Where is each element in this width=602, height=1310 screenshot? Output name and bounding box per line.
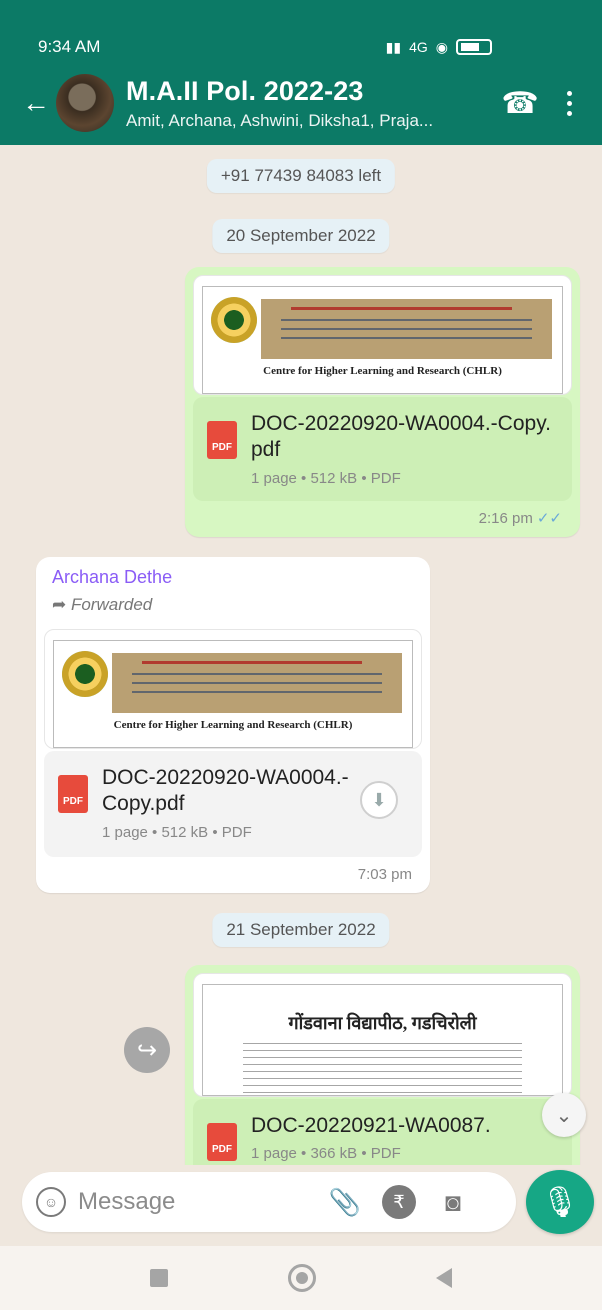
date-separator: 20 September 2022: [212, 219, 390, 253]
system-nav-bar: [0, 1246, 602, 1310]
file-meta: 1 page • 512 kB • PDF: [102, 823, 252, 841]
system-message: +91 77439 84083 left: [206, 159, 396, 193]
chat-members: Amit, Archana, Ashwini, Diksha1, Praja..…: [126, 110, 434, 130]
status-bar: 9:34 AM ▮▮ 4G ◉: [38, 36, 492, 58]
document-preview[interactable]: गोंडवाना विद्यापीठ, गडचिरोली: [193, 973, 572, 1097]
header: 9:34 AM ▮▮ 4G ◉ ← M.A.II Pol. 2022-23 Am…: [0, 0, 602, 145]
file-info-bar[interactable]: PDF DOC-20220921-WA0087. 1 page • 366 kB…: [193, 1099, 572, 1165]
download-icon[interactable]: ⬇: [360, 781, 398, 819]
add-call-icon[interactable]: ☎: [496, 86, 544, 121]
file-meta: 1 page • 366 kB • PDF: [251, 1145, 401, 1163]
home-icon[interactable]: [288, 1264, 316, 1292]
document-preview[interactable]: Centre for Higher Learning and Research …: [44, 629, 422, 749]
attach-icon[interactable]: 📎: [328, 1185, 362, 1219]
pdf-icon: PDF: [207, 1123, 237, 1161]
file-name: DOC-20220920-WA0004.-Copy.pdf: [102, 766, 349, 816]
wifi-icon: ◉: [435, 38, 448, 55]
signal-icon: ▮▮: [385, 38, 402, 55]
message-input[interactable]: [78, 1188, 308, 1216]
microphone-icon[interactable]: 🎙: [526, 1170, 594, 1234]
back-icon[interactable]: [436, 1268, 452, 1288]
payment-icon[interactable]: ₹: [382, 1185, 416, 1219]
group-avatar[interactable]: [56, 74, 114, 132]
document-preview[interactable]: Centre for Higher Learning and Research …: [193, 275, 572, 395]
chat-area[interactable]: +91 77439 84083 left 20 September 2022 C…: [0, 145, 602, 1165]
message-compose-bar[interactable]: ☺ 📎 ₹ ◙: [22, 1172, 516, 1232]
forwarded-label: ➦ Forwarded: [52, 595, 153, 614]
top-bar: ← M.A.II Pol. 2022-23 Amit, Archana, Ash…: [0, 68, 602, 138]
chat-title-area[interactable]: M.A.II Pol. 2022-23 Amit, Archana, Ashwi…: [126, 76, 496, 131]
message-time: 7:03 pm: [357, 866, 412, 883]
emoji-icon[interactable]: ☺: [36, 1187, 66, 1217]
more-options-icon[interactable]: [554, 90, 584, 116]
back-arrow-icon[interactable]: ←: [22, 89, 52, 117]
document-banner: [261, 299, 552, 359]
file-meta: 1 page • 512 kB • PDF: [251, 469, 401, 487]
file-name: DOC-20220920-WA0004.-Copy.pdf: [251, 412, 551, 462]
file-name: DOC-20220921-WA0087.: [251, 1114, 491, 1137]
outgoing-document-message[interactable]: Centre for Higher Learning and Research …: [185, 267, 580, 537]
pdf-icon: PDF: [207, 421, 237, 459]
outgoing-document-message[interactable]: गोंडवाना विद्यापीठ, गडचिरोली PDF DOC-202…: [185, 965, 580, 1165]
college-seal-icon: [211, 297, 257, 343]
scroll-down-icon[interactable]: ⌄: [542, 1093, 586, 1137]
recent-apps-icon[interactable]: [150, 1269, 168, 1287]
document-banner: [112, 653, 402, 713]
date-separator: 21 September 2022: [212, 913, 390, 947]
read-receipt-icon: ✓✓: [536, 510, 562, 527]
preview-heading: Centre for Higher Learning and Research …: [113, 719, 353, 731]
status-icons: ▮▮ 4G ◉: [386, 39, 492, 56]
network-label: 4G: [409, 39, 428, 55]
camera-icon[interactable]: ◙: [436, 1185, 470, 1219]
preview-heading: गोंडवाना विद्यापीठ, गडचिरोली: [288, 1013, 477, 1033]
file-info-bar[interactable]: PDF DOC-20220920-WA0004.-Copy.pdf 1 page…: [193, 397, 572, 501]
chat-title: M.A.II Pol. 2022-23: [126, 75, 364, 106]
status-time: 9:34 AM: [38, 37, 101, 56]
forward-icon[interactable]: ↪: [124, 1027, 170, 1073]
pdf-icon: PDF: [58, 775, 88, 813]
battery-icon: [456, 39, 492, 55]
incoming-document-message[interactable]: Archana Dethe ➦ Forwarded Centre for Hig…: [36, 557, 430, 893]
college-seal-icon: [62, 651, 108, 697]
preview-heading: Centre for Higher Learning and Research …: [263, 365, 502, 377]
sender-name: Archana Dethe: [52, 567, 173, 587]
message-time: 2:16 pm ✓✓: [478, 510, 562, 527]
